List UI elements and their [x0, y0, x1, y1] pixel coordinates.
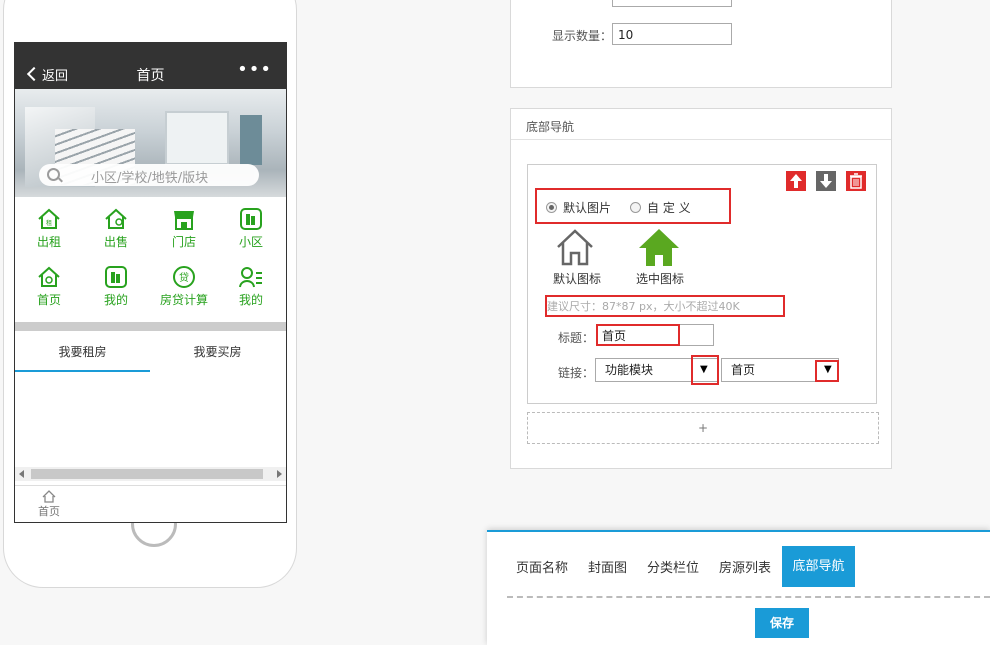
grid-label: 房贷计算 [159, 293, 208, 307]
grid-item-store[interactable]: 门店 [154, 207, 214, 250]
loan-icon: 贷 [173, 266, 195, 288]
scroll-right-icon[interactable] [277, 470, 282, 478]
scroll-thumb[interactable] [31, 469, 263, 479]
grid-label: 出租 [36, 235, 61, 249]
grid-item-community[interactable]: 小区 [221, 207, 281, 250]
scroll-left-icon[interactable] [19, 470, 24, 478]
section-divider [15, 322, 286, 331]
previous-input[interactable] [612, 0, 732, 7]
user-list-icon [239, 267, 262, 288]
search-bar[interactable]: 小区/学校/地铁/版块 [39, 164, 259, 186]
home-outline-icon [42, 490, 56, 503]
list-settings-panel: 显示数量： 10 [510, 0, 892, 88]
phone-screen: 返回 首页 ••• 小区/学校/地铁/版块 租 出租 出售 门店 小区 首页 我… [14, 42, 287, 523]
grid-item-mine-2[interactable]: 我的 [221, 265, 281, 308]
title-label: 标题： [558, 331, 595, 345]
tab-rent[interactable]: 我要租房 [15, 343, 150, 360]
grid-label: 我的 [103, 293, 128, 307]
link-label: 链接： [558, 366, 595, 380]
tab-page-name[interactable]: 页面名称 [516, 557, 568, 576]
add-nav-item-button[interactable]: + [527, 412, 879, 444]
grid-label: 门店 [171, 235, 196, 249]
svg-text:贷: 贷 [179, 271, 189, 284]
radio-custom-label: 自 定 义 [647, 201, 691, 215]
move-down-icon[interactable] [816, 171, 836, 191]
home-sale-icon [105, 208, 127, 229]
search-placeholder: 小区/学校/地铁/版块 [91, 171, 209, 186]
more-menu-icon[interactable]: ••• [237, 59, 272, 80]
selected-icon-label: 选中图标 [636, 272, 685, 286]
tab-cover-image[interactable]: 封面图 [588, 557, 627, 576]
count-label: 显示数量： [552, 29, 613, 43]
home-rent-icon: 租 [38, 208, 60, 229]
bottom-nav: 首页 [15, 485, 286, 522]
grid-item-loan[interactable]: 贷 房贷计算 [154, 265, 214, 308]
title-input-highlight [596, 324, 680, 346]
bottom-nav-home[interactable]: 首页 [35, 488, 63, 519]
default-icon-label: 默认图标 [553, 272, 602, 286]
tab-listing-list[interactable]: 房源列表 [719, 557, 771, 576]
grid-label: 首页 [36, 293, 61, 307]
tab-category-slots[interactable]: 分类栏位 [647, 557, 699, 576]
grid-item-sale[interactable]: 出售 [86, 207, 146, 250]
link-target-caret-highlight [815, 360, 839, 382]
bottom-nav-panel: 底部导航 默认图片 自 定 义 默认图标 选中图标 建议尺寸：87*87 px，… [510, 108, 892, 469]
grid-label: 小区 [238, 235, 263, 249]
radio-default-image[interactable] [546, 202, 557, 213]
move-up-icon[interactable] [786, 171, 806, 191]
size-hint: 建议尺寸：87*87 px，大小不超过40K [547, 300, 740, 313]
radio-custom-image[interactable] [630, 202, 641, 213]
selected-home-icon [639, 229, 679, 266]
panel-title: 底部导航 [526, 120, 575, 134]
building-icon [240, 208, 262, 230]
grid-item-rent[interactable]: 租 出租 [19, 207, 79, 250]
banner-image: 小区/学校/地铁/版块 [15, 89, 286, 197]
grid-label: 出售 [103, 235, 128, 249]
save-button[interactable]: 保存 [755, 608, 809, 638]
svg-text:租: 租 [46, 219, 52, 227]
store-icon [174, 211, 194, 230]
app-bar: 返回 首页 ••• [15, 43, 286, 89]
bottom-nav-label: 首页 [38, 505, 60, 518]
grid-item-home[interactable]: 首页 [19, 265, 79, 308]
search-icon [47, 168, 60, 181]
home-icon [38, 266, 60, 287]
tab-divider [507, 596, 990, 598]
grid-item-mine[interactable]: 我的 [86, 265, 146, 308]
panel-header: 底部导航 [511, 109, 891, 140]
tab-buy[interactable]: 我要买房 [150, 343, 285, 360]
settings-tab-panel: 页面名称 封面图 分类栏位 房源列表 底部导航 保存 [487, 530, 990, 645]
link-type-caret-highlight [691, 355, 719, 385]
trash-icon[interactable] [846, 171, 866, 191]
tab-bottom-nav[interactable]: 底部导航 [782, 546, 855, 587]
radio-default-label: 默认图片 [563, 201, 612, 215]
nav-item-editor: 默认图片 自 定 义 默认图标 选中图标 建议尺寸：87*87 px，大小不超过… [527, 164, 877, 404]
tab-active-indicator [15, 370, 150, 372]
horizontal-scrollbar[interactable] [15, 467, 286, 481]
grid-label: 我的 [238, 293, 263, 307]
count-input[interactable]: 10 [612, 23, 732, 45]
default-home-icon [557, 229, 593, 266]
building-icon [105, 266, 127, 288]
